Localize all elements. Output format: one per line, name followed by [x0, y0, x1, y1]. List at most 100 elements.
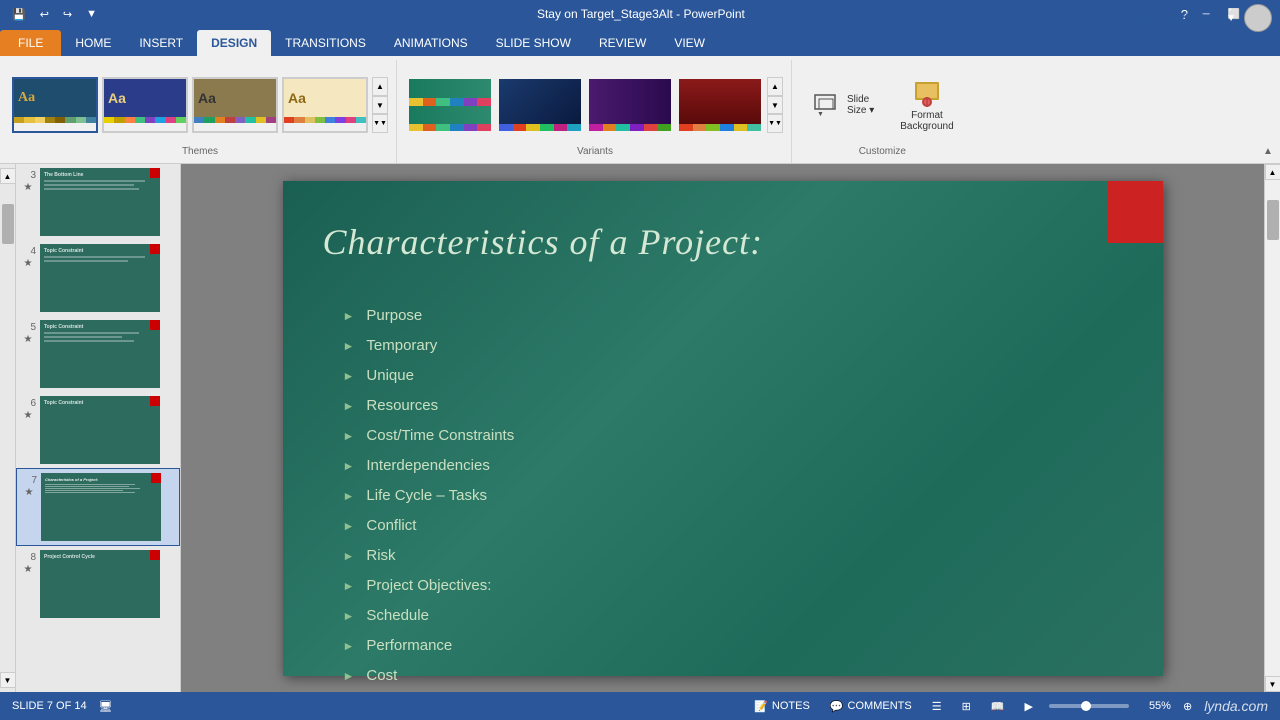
bullet-text-8: Conflict [366, 511, 416, 541]
theme-2[interactable]: Aa [102, 77, 188, 133]
bullet-text-2: Temporary [366, 331, 437, 361]
slide-star-7: ★ [25, 487, 34, 498]
slide-item-5[interactable]: 5 ★ Topic Constraint [16, 316, 180, 392]
tab-animations[interactable]: ANIMATIONS [380, 30, 482, 56]
panel-scroll-up[interactable]: ▲ [0, 168, 16, 184]
slide-thumb-3[interactable]: The Bottom Line [40, 168, 160, 236]
bullet-conflict: ► Conflict [343, 511, 515, 541]
themes-scroll-down[interactable]: ▼ [372, 96, 388, 115]
slide-thumb-7[interactable]: Characteristics of a Project: [41, 473, 161, 541]
slideshow-button[interactable]: ▶ [1021, 698, 1037, 715]
customize-group: ▼ Slide Size ▾ [794, 60, 971, 163]
variants-scroll-more[interactable]: ▼▼ [767, 114, 783, 133]
bullet-cost: ► Cost [343, 661, 515, 691]
variant-3[interactable] [587, 77, 673, 133]
comments-button[interactable]: 💬 COMMENTS [826, 698, 916, 715]
user-dropdown-icon[interactable]: ▼ [1226, 13, 1236, 24]
slide-item-4[interactable]: 4 ★ Topic Constraint [16, 240, 180, 316]
canvas-scroll-thumb[interactable] [1267, 200, 1279, 240]
themes-scroll-more[interactable]: ▼▼ [372, 114, 388, 133]
slide-size-button[interactable]: ▼ Slide Size ▾ [802, 84, 883, 126]
themes-group: Aa Aa [4, 60, 397, 163]
variant-2[interactable] [497, 77, 583, 133]
tab-slideshow[interactable]: SLIDE SHOW [482, 30, 585, 56]
tab-home[interactable]: HOME [61, 30, 125, 56]
slide-item-7[interactable]: 7 ★ Characteristics of a Project: [16, 468, 180, 546]
tab-transitions[interactable]: TRANSITIONS [271, 30, 380, 56]
lynda-logo: lynda.com [1204, 698, 1268, 714]
variants-scroll: ▲ ▼ ▼▼ [767, 77, 783, 133]
slide-item-3[interactable]: 3 ★ The Bottom Line [16, 164, 180, 240]
notes-button[interactable]: 📝 NOTES [750, 698, 814, 715]
left-panel-scroll: ▲ ▼ [0, 164, 16, 692]
tab-view[interactable]: VIEW [660, 30, 719, 56]
slide-preview-title-8: Project Control Cycle [44, 554, 156, 560]
slide-thumb-5[interactable]: Topic Constraint [40, 320, 160, 388]
ribbon-content: Aa Aa [0, 56, 1280, 164]
customize-qa-icon[interactable]: ▼ [82, 6, 101, 22]
save-icon[interactable]: 💾 [8, 6, 30, 23]
undo-icon[interactable]: ↩ [36, 6, 53, 23]
variant-1[interactable] [407, 77, 493, 133]
canvas-scroll-up[interactable]: ▲ [1265, 164, 1280, 180]
slide-size-label2: Size ▾ [847, 105, 874, 116]
bullet-resources: ► Resources [343, 391, 515, 421]
bullet-text-6: Interdependencies [366, 451, 489, 481]
bullet-arrow-11: ► [343, 601, 355, 631]
variants-scroll-down[interactable]: ▼ [767, 96, 783, 115]
zoom-level: 55% [1141, 700, 1171, 712]
fit-slide-button[interactable]: 🖥 [99, 700, 113, 713]
bullet-text-9: Risk [366, 541, 395, 571]
panel-scroll-down[interactable]: ▼ [0, 672, 16, 688]
comments-label: COMMENTS [848, 700, 912, 712]
slide-item-6[interactable]: 6 ★ Topic Constraint [16, 392, 180, 468]
user-name[interactable]: Richard Harrington [1117, 11, 1218, 25]
fit-width-button[interactable]: ⊕ [1183, 700, 1192, 713]
slide-preview-title-4: Topic Constraint [44, 248, 156, 254]
theme-3[interactable]: Aa [192, 77, 278, 133]
bullet-arrow-7: ► [343, 481, 355, 511]
ribbon-collapse-button[interactable]: ▲ [1260, 143, 1276, 159]
slide-item-8[interactable]: 8 ★ Project Control Cycle [16, 546, 180, 622]
bullet-arrow-8: ► [343, 511, 355, 541]
customize-items: ▼ Slide Size ▾ [802, 64, 963, 146]
slide-title[interactable]: Characteristics of a Project: [323, 221, 764, 263]
slide-corner-4 [150, 244, 160, 254]
variants-group: ▲ ▼ ▼▼ Variants [399, 60, 792, 163]
canvas-scroll-down[interactable]: ▼ [1265, 676, 1280, 692]
customize-label: Customize [859, 146, 906, 159]
theme-4[interactable]: Aa [282, 77, 368, 133]
normal-view-button[interactable]: ☰ [928, 698, 946, 715]
slide-canvas[interactable]: Characteristics of a Project: ► Purpose … [283, 181, 1163, 676]
reading-view-button[interactable]: 📖 [987, 698, 1009, 715]
zoom-thumb[interactable] [1081, 701, 1091, 711]
bullet-arrow-6: ► [343, 451, 355, 481]
slide-corner-8 [150, 550, 160, 560]
variant-4[interactable] [677, 77, 763, 133]
format-background-button[interactable]: Format Background [891, 73, 962, 137]
tab-insert[interactable]: INSERT [125, 30, 197, 56]
theme-1[interactable]: Aa [12, 77, 98, 133]
panel-scroll-track [0, 184, 15, 672]
slide-sorter-button[interactable]: ⊞ [958, 698, 975, 715]
bullet-text-5: Cost/Time Constraints [366, 421, 514, 451]
slide-thumb-6[interactable]: Topic Constraint [40, 396, 160, 464]
themes-scroll-up[interactable]: ▲ [372, 77, 388, 96]
bullet-purpose: ► Purpose [343, 301, 515, 331]
slide-num-8: 8 [20, 550, 36, 563]
zoom-slider[interactable] [1049, 704, 1129, 708]
bullet-arrow-13: ► [343, 661, 355, 691]
tab-design[interactable]: DESIGN [197, 30, 271, 56]
tab-file[interactable]: FILE [0, 30, 61, 56]
redo-icon[interactable]: ↪ [59, 6, 76, 23]
variants-scroll-up[interactable]: ▲ [767, 77, 783, 96]
bullet-performance: ► Performance [343, 631, 515, 661]
slide-content: ► Purpose ► Temporary ► Unique ► Resourc… [343, 301, 515, 691]
tab-review[interactable]: REVIEW [585, 30, 660, 56]
slides-panel-container: ▲ ▼ 3 ★ The Bottom Line [0, 164, 181, 692]
slide-thumb-8[interactable]: Project Control Cycle [40, 550, 160, 618]
panel-scroll-thumb[interactable] [2, 204, 14, 244]
quick-access-toolbar: 💾 ↩ ↪ ▼ [8, 6, 101, 23]
slide-thumb-4[interactable]: Topic Constraint [40, 244, 160, 312]
notes-label: NOTES [772, 700, 810, 712]
